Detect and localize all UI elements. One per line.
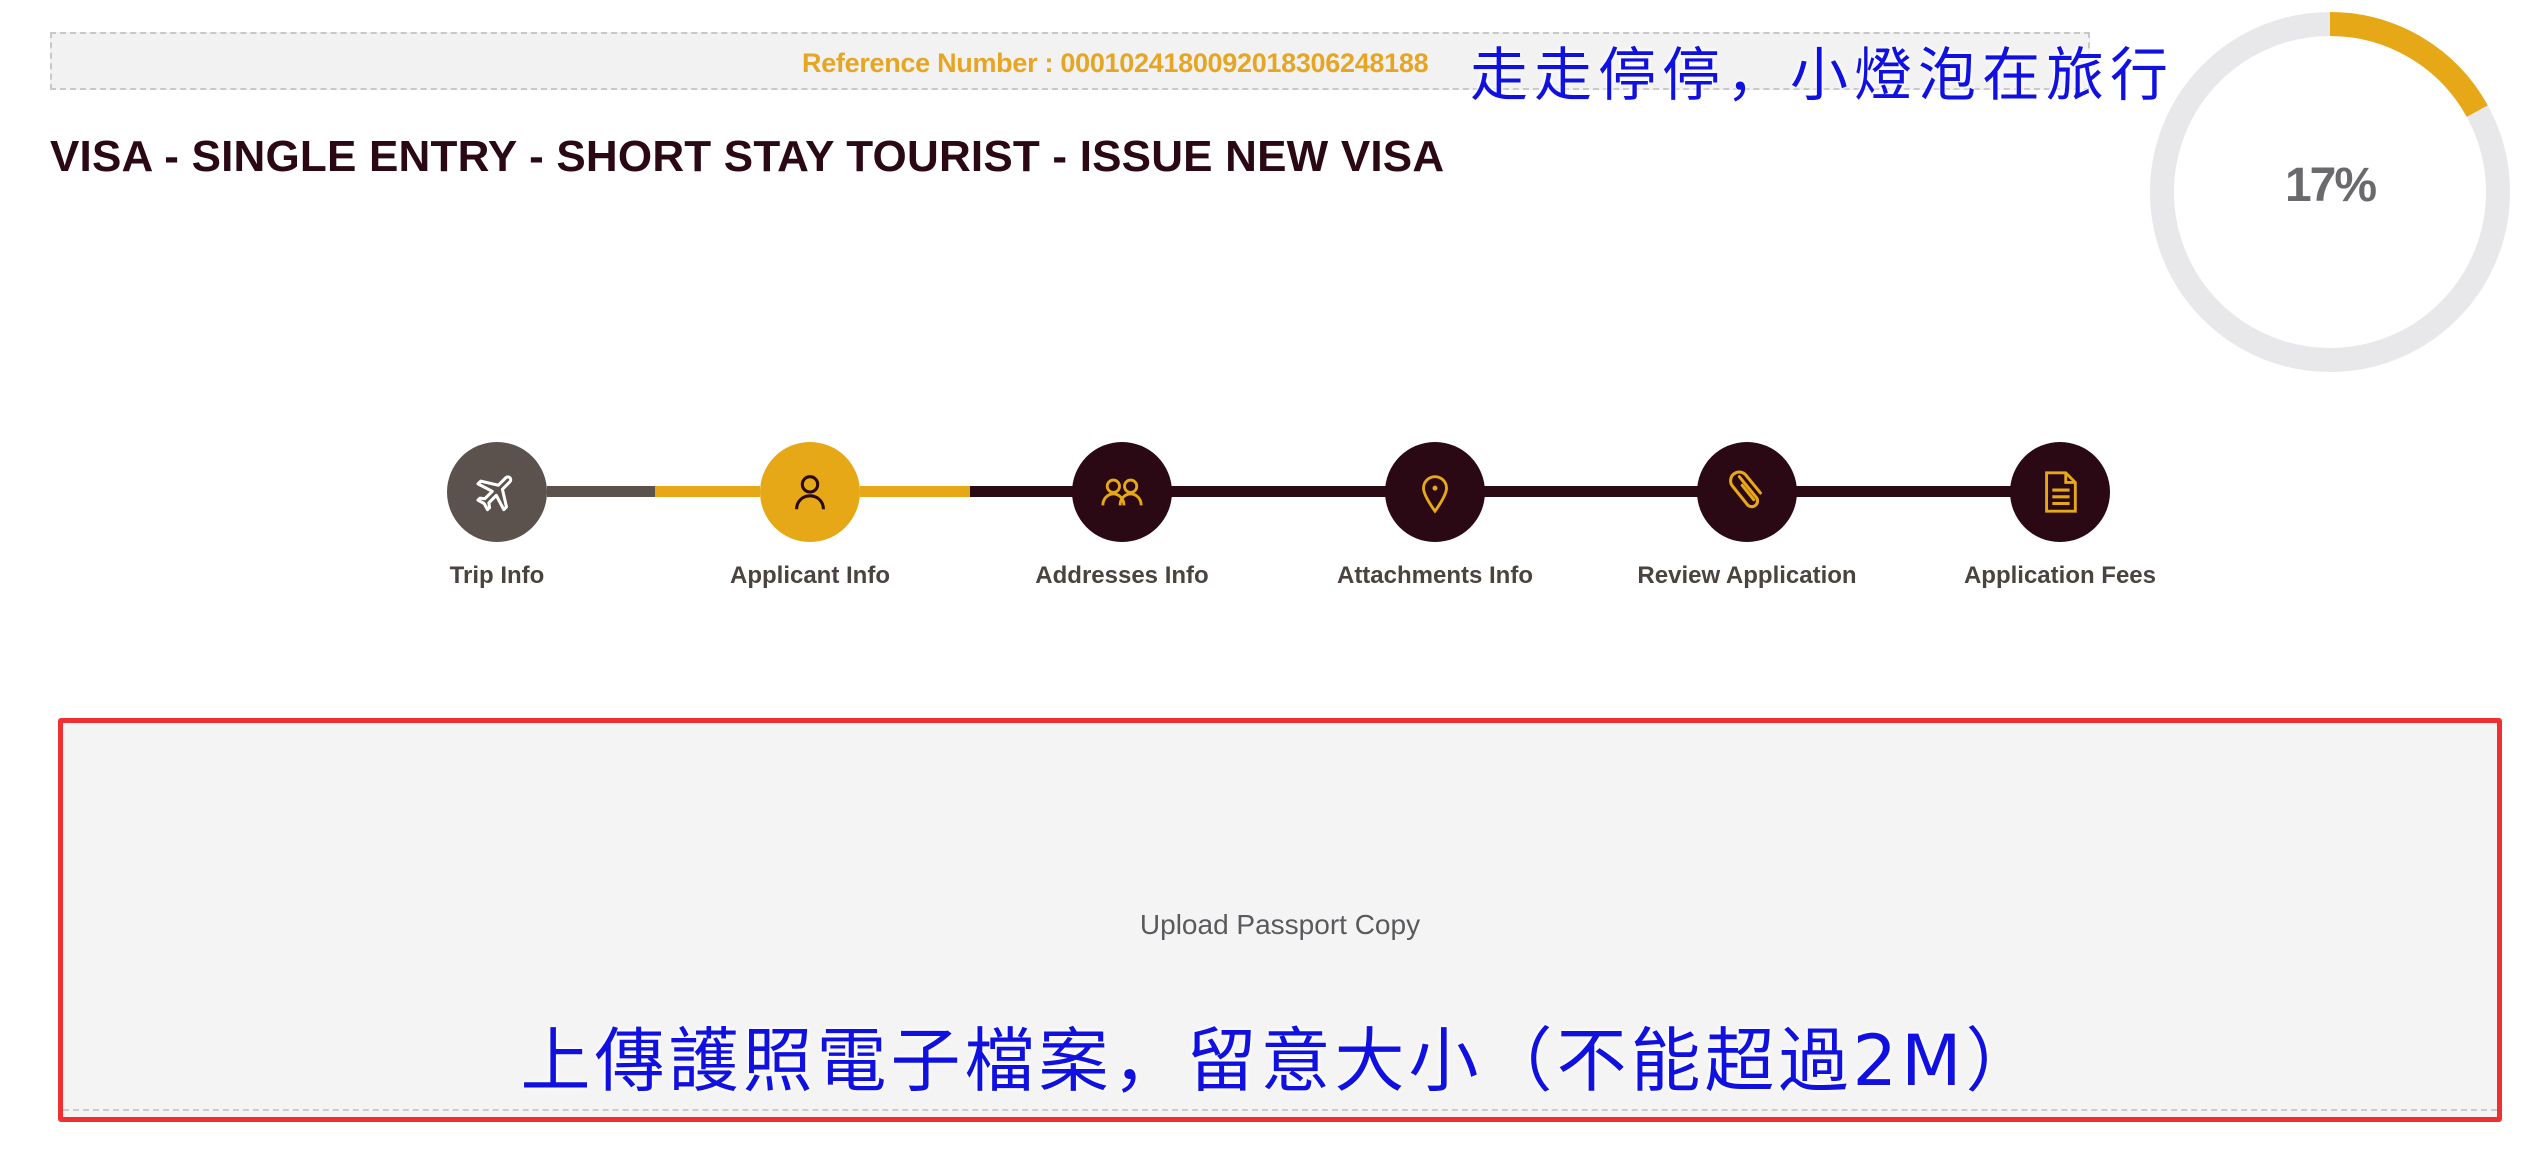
step-addresses-info[interactable] bbox=[1072, 442, 1172, 542]
step-label-attachments-info[interactable]: Attachments Info bbox=[1285, 562, 1585, 590]
step-label-addresses-info[interactable]: Addresses Info bbox=[972, 562, 1272, 590]
step-applicant-info[interactable] bbox=[760, 442, 860, 542]
airplane-icon bbox=[476, 475, 513, 512]
step-connector-2 bbox=[860, 486, 970, 497]
step-connector-1b bbox=[655, 486, 760, 497]
step-review-application[interactable] bbox=[1697, 442, 1797, 542]
upload-passport-label[interactable]: Upload Passport Copy bbox=[63, 909, 2497, 941]
step-connector-1a bbox=[547, 486, 655, 497]
step-label-review-application[interactable]: Review Application bbox=[1597, 562, 1897, 590]
step-trip-info[interactable] bbox=[447, 442, 547, 542]
step-label-trip-info[interactable]: Trip Info bbox=[347, 562, 647, 590]
upload-passport-dropzone[interactable]: Upload Passport Copy 上傳護照電子檔案，留意大小（不能超過2… bbox=[58, 718, 2502, 1122]
step-attachments-info[interactable] bbox=[1385, 442, 1485, 542]
document-icon bbox=[2045, 471, 2077, 513]
step-label-applicant-info[interactable]: Applicant Info bbox=[660, 562, 960, 590]
people-icon bbox=[1101, 478, 1143, 506]
step-label-application-fees[interactable]: Application Fees bbox=[1910, 562, 2210, 590]
location-pin-icon bbox=[1422, 475, 1448, 514]
application-stepper: Trip Info Applicant Info Addresses Info … bbox=[0, 0, 2540, 640]
annotation-overlay-bottom: 上傳護照電子檔案，留意大小（不能超過2M） bbox=[520, 1020, 2040, 1102]
person-icon bbox=[795, 475, 825, 510]
dropzone-dashed-border bbox=[63, 1109, 2497, 1111]
step-application-fees[interactable] bbox=[2010, 442, 2110, 542]
paperclip-icon bbox=[1729, 470, 1762, 509]
